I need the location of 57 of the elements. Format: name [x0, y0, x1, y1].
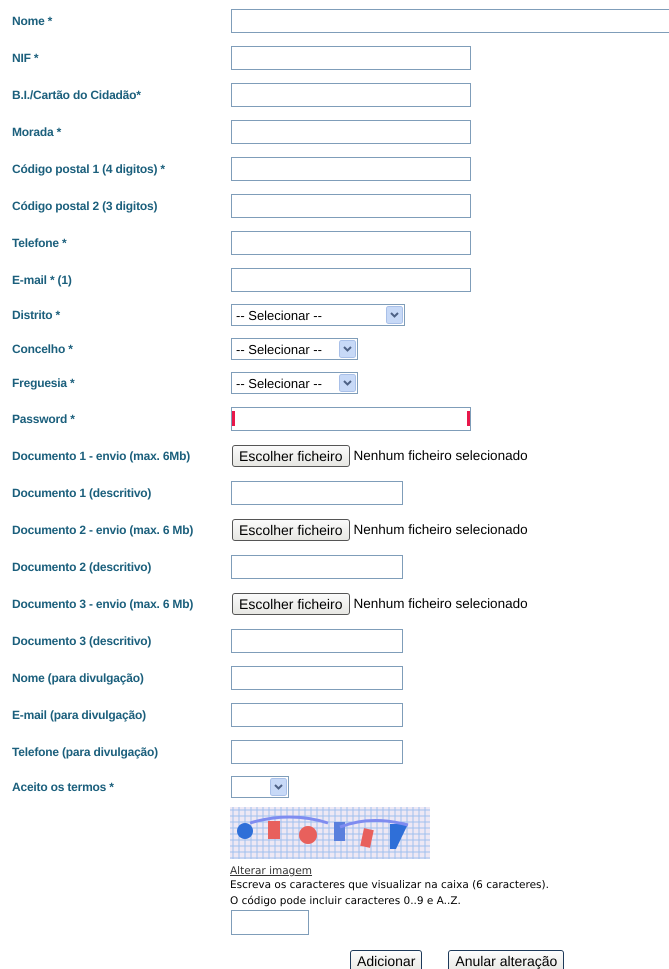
field-label: NIF *	[12, 50, 38, 64]
dropdown-field[interactable]: -- Selecionar --	[231, 372, 358, 394]
text-field[interactable]	[231, 628, 403, 652]
dropdown-field[interactable]: -- Selecionar --	[231, 304, 405, 326]
caret-icon	[339, 340, 356, 358]
choose-file-button[interactable]: Escolher ficheiro	[232, 518, 350, 540]
field-label: E-mail (para divulgação)	[12, 708, 146, 722]
field-label: Password *	[12, 412, 75, 426]
field-label: B.I./Cartão do Cidadão*	[12, 88, 141, 102]
text-field[interactable]	[231, 702, 403, 726]
text-field[interactable]	[231, 268, 471, 292]
change-image-link[interactable]: Alterar imagem	[230, 865, 312, 877]
caret-icon	[386, 306, 403, 324]
form-button[interactable]: Anular alteração	[448, 950, 564, 969]
caret-icon	[339, 374, 356, 392]
field-label: Documento 2 (descritivo)	[12, 560, 152, 574]
field-label: Freguesia *	[12, 376, 74, 390]
choose-file-button[interactable]: Escolher ficheiro	[232, 592, 350, 614]
field-label: Documento 3 - envio (max. 6 Mb)	[12, 596, 194, 610]
field-label: E-mail * (1)	[12, 272, 72, 286]
field-label: Telefone *	[12, 236, 66, 250]
field-label: Nome *	[12, 14, 52, 28]
field-label: Documento 2 - envio (max. 6 Mb)	[12, 522, 194, 536]
dropdown-field[interactable]	[231, 776, 289, 798]
text-field[interactable]	[231, 740, 403, 764]
dropdown-field[interactable]: -- Selecionar --	[231, 338, 358, 360]
file-status: Nenhum ficheiro selecionado	[354, 596, 528, 611]
text-field[interactable]	[231, 554, 403, 578]
file-status: Nenhum ficheiro selecionado	[354, 448, 528, 463]
field-label: Morada *	[12, 124, 62, 138]
text-field[interactable]	[231, 46, 471, 70]
field-label: Aceito os termos *	[12, 780, 114, 794]
instruction-text: O código pode incluir caracteres 0..9 e A..Z.	[230, 894, 461, 909]
text-field[interactable]	[231, 480, 403, 504]
captcha-field[interactable]	[231, 910, 309, 935]
form-button[interactable]: Adicionar	[350, 950, 422, 969]
field-label: Código postal 2 (3 digitos)	[12, 198, 158, 212]
password-field[interactable]	[231, 406, 471, 430]
instruction-text: Escreva os caracteres que visualizar na caixa (6 caracteres).	[230, 878, 549, 893]
field-label: Código postal 1 (4 digitos) *	[12, 162, 165, 176]
field-label: Documento 1 - envio (max. 6Mb)	[12, 448, 190, 462]
field-label: Distrito *	[12, 308, 60, 322]
field-label: Documento 1 (descritivo)	[12, 486, 152, 500]
text-field[interactable]	[231, 194, 471, 218]
field-label: Nome (para divulgação)	[12, 670, 144, 684]
field-label: Telefone (para divulgação)	[12, 744, 158, 758]
text-field[interactable]	[231, 666, 403, 690]
text-field[interactable]	[231, 120, 471, 144]
field-label: Documento 3 (descritivo)	[12, 634, 152, 648]
choose-file-button[interactable]: Escolher ficheiro	[232, 444, 350, 466]
text-field[interactable]	[231, 230, 471, 254]
caret-icon	[270, 778, 287, 796]
file-status: Nenhum ficheiro selecionado	[354, 522, 528, 537]
text-field[interactable]	[231, 156, 471, 180]
field-label: Concelho *	[12, 342, 73, 356]
text-field[interactable]	[231, 8, 669, 32]
text-field[interactable]	[231, 82, 471, 106]
